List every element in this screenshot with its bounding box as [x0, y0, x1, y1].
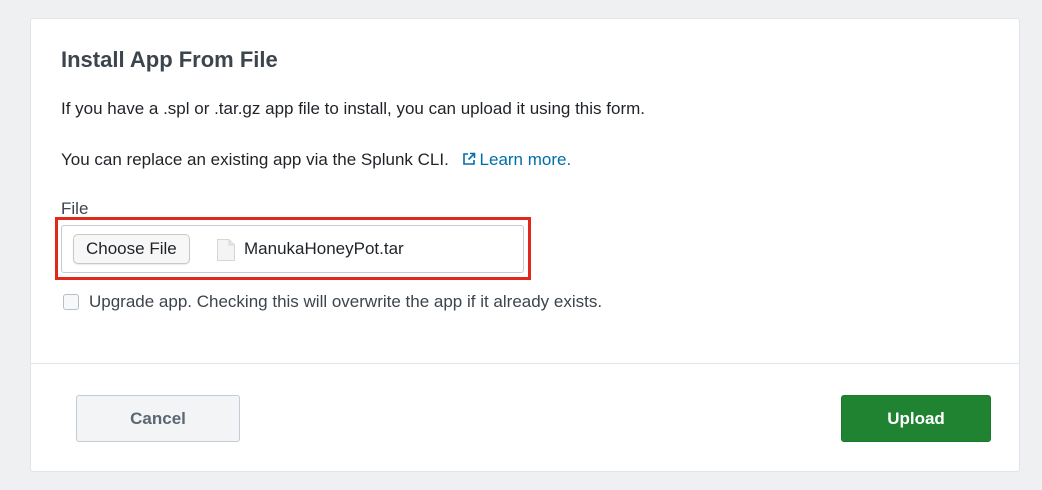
learn-more-link[interactable]: Learn more.	[462, 150, 572, 169]
footer-divider	[31, 363, 1019, 364]
upload-button[interactable]: Upload	[841, 395, 991, 442]
learn-more-label: Learn more.	[479, 150, 572, 169]
highlight-annotation-box	[55, 217, 531, 280]
dialog-title: Install App From File	[61, 47, 278, 72]
cancel-button[interactable]: Cancel	[76, 395, 240, 442]
intro-text: If you have a .spl or .tar.gz app file t…	[61, 99, 645, 118]
upgrade-app-label[interactable]: Upgrade app. Checking this will overwrit…	[89, 292, 602, 312]
install-app-dialog: Install App From File If you have a .spl…	[30, 18, 1020, 472]
upgrade-app-option[interactable]: Upgrade app. Checking this will overwrit…	[63, 292, 602, 312]
cli-text: You can replace an existing app via the …	[61, 150, 449, 169]
external-link-icon	[462, 152, 475, 165]
cli-info-line: You can replace an existing app via the …	[61, 150, 571, 170]
file-field-label: File	[61, 199, 89, 218]
upgrade-app-checkbox[interactable]	[63, 294, 79, 310]
